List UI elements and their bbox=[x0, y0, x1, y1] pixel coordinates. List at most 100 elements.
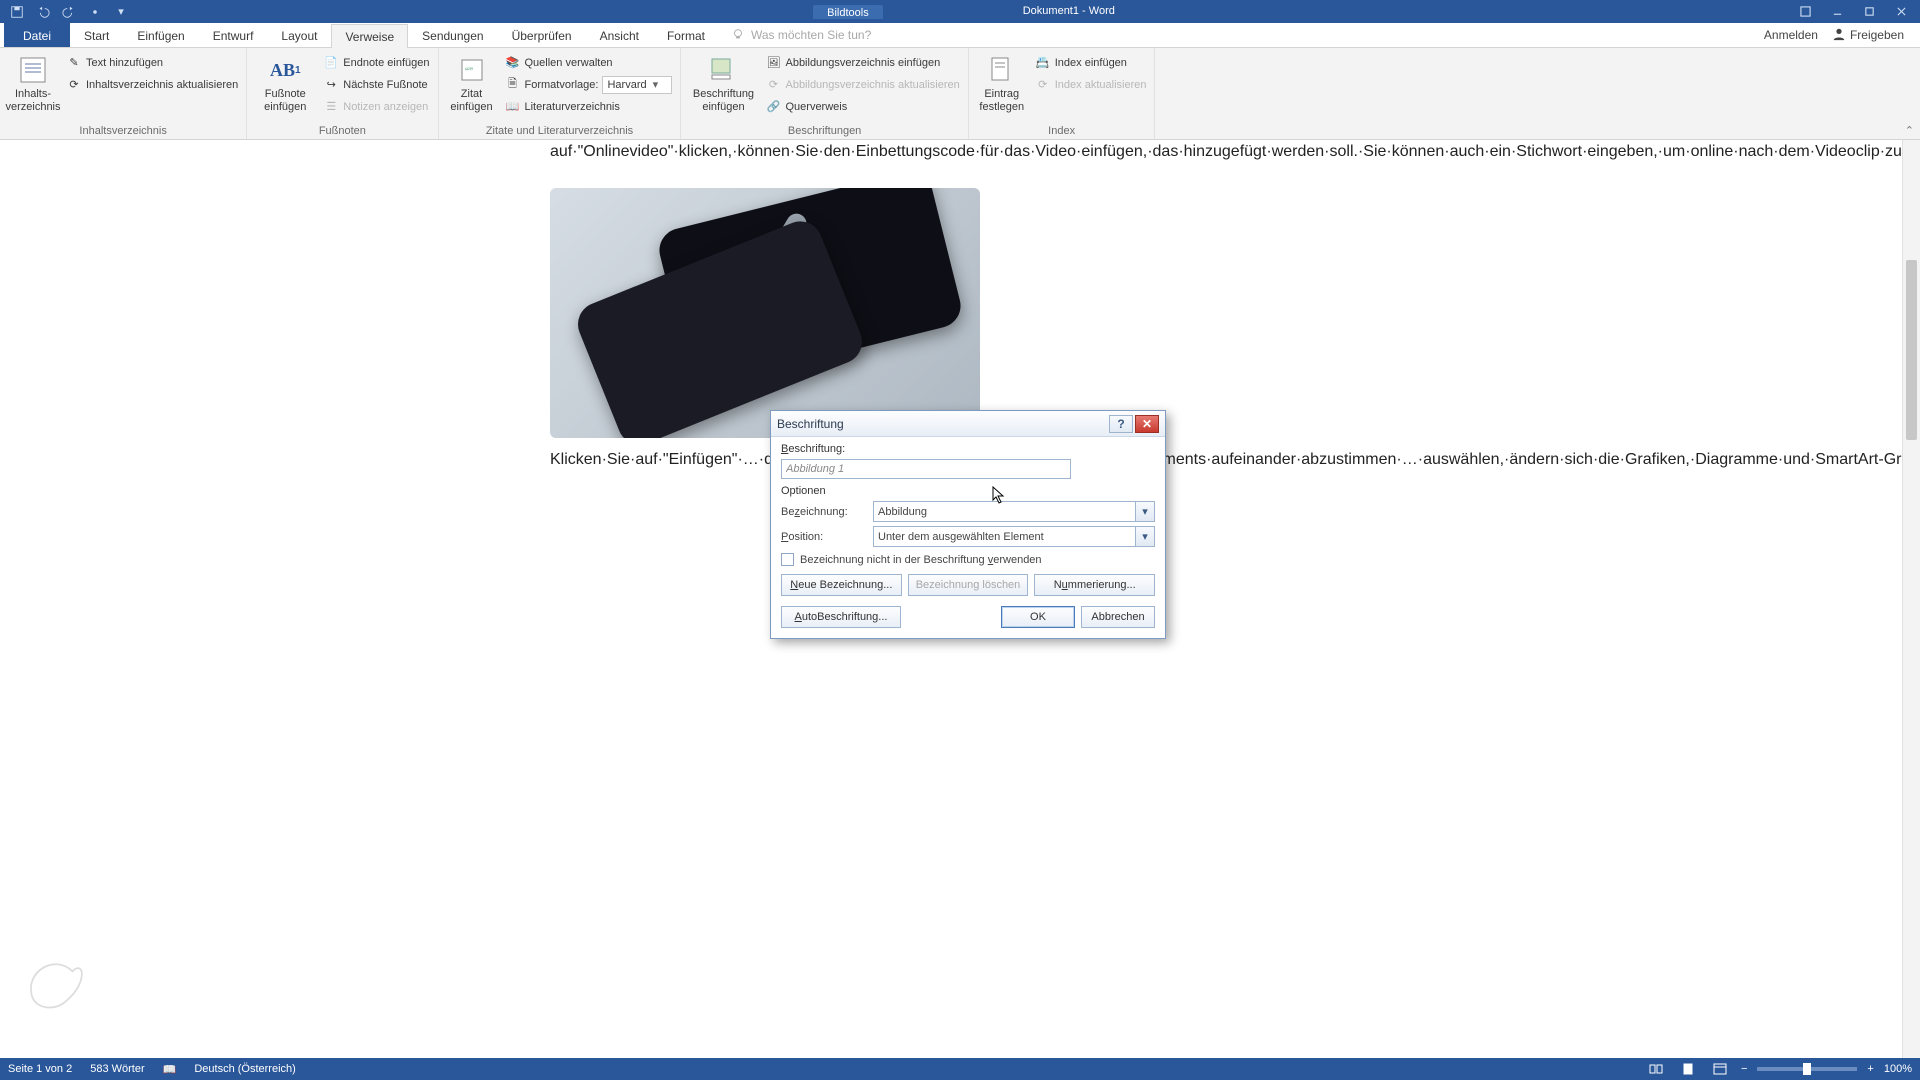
qat-dropdown-icon[interactable]: ▾ bbox=[110, 1, 132, 23]
manage-sources-button[interactable]: 📚Quellen verwalten bbox=[503, 52, 675, 73]
exclude-label-checkbox[interactable]: Bezeichnung nicht in der Beschriftung ve… bbox=[781, 553, 1155, 566]
group-zitate: “” Zitat einfügen 📚Quellen verwalten 🗎 F… bbox=[439, 48, 682, 139]
ribbon-display-icon[interactable] bbox=[1790, 1, 1820, 23]
image-placeholder bbox=[550, 188, 980, 438]
insert-index-button[interactable]: 📇Index einfügen bbox=[1033, 52, 1149, 73]
dialog-close-icon[interactable]: ✕ bbox=[1135, 415, 1159, 433]
tab-layout[interactable]: Layout bbox=[267, 23, 331, 47]
person-icon bbox=[1832, 27, 1846, 44]
update-index-button: ⟳Index aktualisieren bbox=[1033, 74, 1149, 95]
tab-ueberpruefen[interactable]: Überprüfen bbox=[498, 23, 586, 47]
mark-entry-button[interactable]: Eintrag festlegen bbox=[975, 52, 1029, 115]
next-footnote-button[interactable]: ↪Nächste Fußnote bbox=[321, 74, 431, 95]
endnote-icon: 📄 bbox=[323, 55, 339, 71]
maximize-icon[interactable] bbox=[1854, 1, 1884, 23]
zoom-in-button[interactable]: + bbox=[1867, 1063, 1873, 1075]
tab-start[interactable]: Start bbox=[70, 23, 123, 47]
zoom-level[interactable]: 100% bbox=[1884, 1063, 1912, 1075]
ribbon: Inhalts- verzeichnis ✎Text hinzufügen ⟳I… bbox=[0, 48, 1920, 140]
position-select[interactable]: Unter dem ausgewählten Element bbox=[873, 526, 1155, 547]
status-language[interactable]: Deutsch (Österreich) bbox=[194, 1063, 295, 1075]
tof-icon: 🖼 bbox=[765, 55, 781, 71]
minimize-icon[interactable] bbox=[1822, 1, 1852, 23]
group-label: Index bbox=[975, 124, 1149, 139]
add-text-button[interactable]: ✎Text hinzufügen bbox=[64, 52, 240, 73]
toc-button[interactable]: Inhalts- verzeichnis bbox=[6, 52, 60, 115]
status-page[interactable]: Seite 1 von 2 bbox=[8, 1063, 72, 1075]
view-print-icon[interactable] bbox=[1677, 1060, 1699, 1078]
ribbon-tabs: Datei Start Einfügen Entwurf Layout Verw… bbox=[0, 23, 1920, 48]
insert-footnote-button[interactable]: AB1 Fußnote einfügen bbox=[253, 52, 317, 115]
bezeichnung-label: Bezeichnung: bbox=[781, 506, 867, 518]
show-notes-button: ☰Notizen anzeigen bbox=[321, 96, 431, 117]
refresh-icon: ⟳ bbox=[765, 77, 781, 93]
caption-field-label: Beschriftung: bbox=[781, 443, 1155, 455]
mark-entry-icon bbox=[986, 54, 1018, 86]
dialog-help-icon[interactable]: ? bbox=[1109, 415, 1133, 433]
status-proofing-icon[interactable]: 📖 bbox=[163, 1063, 177, 1076]
tab-entwurf[interactable]: Entwurf bbox=[199, 23, 268, 47]
toc-icon bbox=[17, 54, 49, 86]
tab-file[interactable]: Datei bbox=[4, 23, 70, 47]
zoom-slider[interactable] bbox=[1757, 1067, 1857, 1071]
group-label: Zitate und Literaturverzeichnis bbox=[445, 124, 675, 139]
tab-einfuegen[interactable]: Einfügen bbox=[123, 23, 198, 47]
view-read-icon[interactable] bbox=[1645, 1060, 1667, 1078]
save-icon[interactable] bbox=[6, 1, 28, 23]
options-label: Optionen bbox=[781, 485, 1155, 497]
new-label-button[interactable]: Neue Bezeichnung... bbox=[781, 574, 902, 596]
status-wordcount[interactable]: 583 Wörter bbox=[90, 1063, 144, 1075]
auto-caption-button[interactable]: AutoBeschriftung... bbox=[781, 606, 901, 628]
group-label: Beschriftungen bbox=[687, 124, 961, 139]
watermark-icon bbox=[20, 948, 90, 1018]
redo-icon[interactable] bbox=[58, 1, 80, 23]
tell-me-box[interactable]: Was möchten Sie tun? bbox=[731, 23, 871, 47]
delete-label-button: Bezeichnung löschen bbox=[908, 574, 1029, 596]
insert-table-of-figures-button[interactable]: 🖼Abbildungsverzeichnis einfügen bbox=[763, 52, 961, 73]
crossreference-button[interactable]: 🔗Querverweis bbox=[763, 96, 961, 117]
scrollbar-thumb[interactable] bbox=[1906, 260, 1917, 440]
share-button[interactable]: Freigeben bbox=[1832, 27, 1904, 44]
bibliography-button[interactable]: 📖Literaturverzeichnis bbox=[503, 96, 675, 117]
signin-button[interactable]: Anmelden bbox=[1764, 28, 1818, 42]
window-title: Dokument1 - Word bbox=[1023, 5, 1115, 19]
close-icon[interactable] bbox=[1886, 1, 1916, 23]
bezeichnung-select[interactable]: Abbildung bbox=[873, 501, 1155, 522]
tab-verweise[interactable]: Verweise bbox=[331, 24, 408, 48]
style-icon: 🗎 bbox=[505, 77, 521, 93]
caption-input[interactable] bbox=[781, 459, 1071, 479]
svg-text:“”: “” bbox=[465, 65, 473, 79]
ok-button[interactable]: OK bbox=[1001, 606, 1075, 628]
tab-sendungen[interactable]: Sendungen bbox=[408, 23, 497, 47]
touch-mode-icon[interactable] bbox=[84, 1, 106, 23]
update-toc-button[interactable]: ⟳Inhaltsverzeichnis aktualisieren bbox=[64, 74, 240, 95]
vertical-scrollbar[interactable] bbox=[1902, 140, 1920, 1058]
caption-dialog: Beschriftung ? ✕ Beschriftung: Optionen … bbox=[770, 410, 1166, 639]
sources-icon: 📚 bbox=[505, 55, 521, 71]
dialog-title: Beschriftung bbox=[777, 417, 844, 431]
quick-access-toolbar: ▾ bbox=[0, 0, 138, 23]
numbering-button[interactable]: Nummerierung... bbox=[1034, 574, 1155, 596]
insert-caption-button[interactable]: Beschriftung einfügen bbox=[687, 52, 759, 115]
view-web-icon[interactable] bbox=[1709, 1060, 1731, 1078]
insert-citation-button[interactable]: “” Zitat einfügen bbox=[445, 52, 499, 115]
insert-endnote-button[interactable]: 📄Endnote einfügen bbox=[321, 52, 431, 73]
bibliography-icon: 📖 bbox=[505, 99, 521, 115]
inline-image[interactable] bbox=[550, 188, 1370, 438]
undo-icon[interactable] bbox=[32, 1, 54, 23]
next-footnote-icon: ↪ bbox=[323, 77, 339, 93]
caption-icon bbox=[707, 54, 739, 86]
dialog-titlebar[interactable]: Beschriftung ? ✕ bbox=[771, 411, 1165, 437]
zoom-out-button[interactable]: − bbox=[1741, 1063, 1747, 1075]
group-fussnoten: AB1 Fußnote einfügen 📄Endnote einfügen ↪… bbox=[247, 48, 438, 139]
body-paragraph[interactable]: auf·"Onlinevideo"·klicken,·können·Sie·de… bbox=[480, 140, 1440, 164]
title-bar: ▾ Bildtools Dokument1 - Word bbox=[0, 0, 1920, 23]
group-index: Eintrag festlegen 📇Index einfügen ⟳Index… bbox=[969, 48, 1156, 139]
citation-style-dropdown[interactable]: 🗎 Formatvorlage: Harvard▾ bbox=[503, 74, 675, 95]
index-icon: 📇 bbox=[1035, 55, 1051, 71]
cancel-button[interactable]: Abbrechen bbox=[1081, 606, 1155, 628]
group-label: Fußnoten bbox=[253, 124, 431, 139]
collapse-ribbon-icon[interactable]: ⌃ bbox=[1905, 124, 1914, 137]
tab-format[interactable]: Format bbox=[653, 23, 719, 47]
tab-ansicht[interactable]: Ansicht bbox=[586, 23, 653, 47]
